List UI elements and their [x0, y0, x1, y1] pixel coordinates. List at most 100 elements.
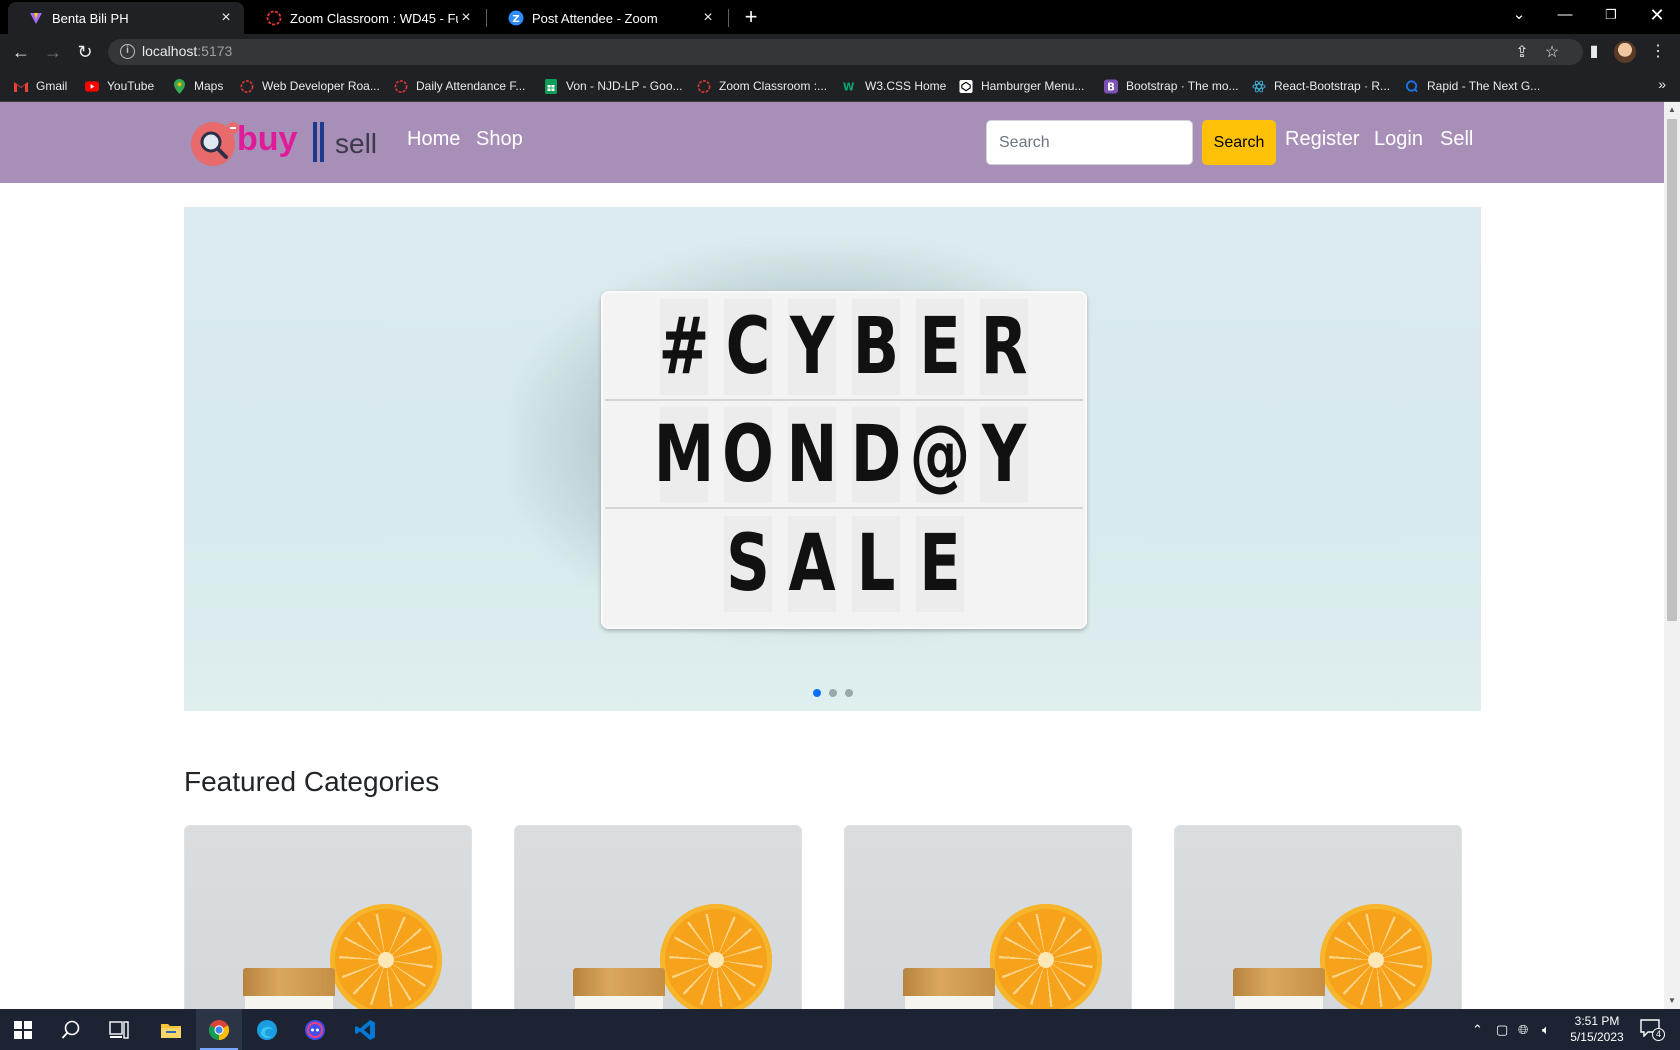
bookmark-label: Zoom Classroom :...	[719, 79, 828, 93]
zuitt-icon	[394, 79, 408, 93]
nav-login-link[interactable]: Login	[1374, 128, 1423, 151]
scroll-up-icon[interactable]: ▲	[1664, 102, 1680, 118]
task-view-icon[interactable]	[96, 1009, 142, 1050]
sign-letter: #	[659, 299, 709, 395]
system-clock[interactable]: 3:51 PM 5/15/2023	[1562, 1013, 1632, 1045]
hero-carousel[interactable]: # C Y B E R M O N D @ Y S A L E	[184, 207, 1481, 711]
scrollbar-thumb[interactable]	[1667, 119, 1677, 621]
volume-icon[interactable]: 🔈︎	[1542, 1009, 1550, 1050]
close-tab-icon[interactable]: ×	[458, 9, 474, 27]
close-window-icon[interactable]: ✕	[1634, 0, 1680, 30]
bookmark-star-icon[interactable]: ☆	[1542, 43, 1562, 63]
jar-image	[903, 968, 995, 1009]
bookmark-web-developer[interactable]: Web Developer Roa...	[240, 76, 380, 96]
site-navbar: buy sell Home Shop Search Register Login…	[0, 102, 1664, 183]
nav-home-link[interactable]: Home	[407, 128, 460, 151]
bookmark-label: Web Developer Roa...	[262, 79, 380, 93]
notification-count: 4	[1652, 1028, 1665, 1041]
carousel-indicator-1[interactable]	[812, 689, 821, 697]
bookmark-bootstrap[interactable]: B Bootstrap · The mo...	[1104, 76, 1239, 96]
file-explorer-icon[interactable]	[148, 1009, 194, 1050]
bookmark-maps[interactable]: Maps	[172, 76, 223, 96]
url-port: :5173	[197, 43, 233, 59]
tab-search-icon[interactable]: ⌄	[1496, 0, 1542, 30]
logo-sell-text: sell	[335, 128, 378, 159]
share-icon[interactable]: ⇪	[1512, 43, 1532, 63]
address-bar[interactable]: i localhost:5173 ⇪ ☆	[108, 39, 1583, 65]
side-panel-icon[interactable]: ▮	[1582, 40, 1606, 64]
site-logo[interactable]: buy sell	[189, 118, 379, 166]
tab-title: Post Attendee - Zoom	[532, 10, 658, 26]
search-input[interactable]	[986, 120, 1193, 165]
new-tab-button[interactable]: +	[738, 4, 764, 30]
tab-benta-bili[interactable]: Benta Bili PH ×	[8, 2, 244, 34]
bookmark-von-sheet[interactable]: Von - NJD-LP - Goo...	[544, 76, 683, 96]
zuitt-icon	[240, 79, 254, 93]
chrome-taskbar-icon[interactable]	[196, 1009, 242, 1050]
bookmark-w3css[interactable]: W W3.CSS Home	[843, 76, 946, 96]
tab-zoom-classroom[interactable]: Zoom Classroom : WD45 - Full St ×	[246, 2, 484, 34]
nav-register-link[interactable]: Register	[1285, 128, 1359, 151]
category-card[interactable]	[1174, 825, 1462, 1009]
site-info-icon[interactable]: i	[120, 44, 135, 59]
minimize-icon[interactable]: —	[1542, 0, 1588, 30]
category-card[interactable]	[184, 825, 472, 1009]
show-hidden-icons-icon[interactable]: ⌃	[1472, 1009, 1483, 1050]
back-icon[interactable]: ←	[9, 40, 33, 64]
restore-icon[interactable]: ❐	[1588, 0, 1634, 30]
windows-start-icon[interactable]	[0, 1009, 46, 1050]
sign-letter: @	[910, 407, 970, 503]
vite-icon	[28, 10, 44, 26]
bookmark-rapid[interactable]: Rapid - The Next G...	[1405, 76, 1540, 96]
bookmark-hamburger-menu[interactable]: Hamburger Menu...	[959, 76, 1084, 96]
bookmark-youtube[interactable]: YouTube	[85, 76, 154, 96]
sign-letter: N	[787, 407, 837, 503]
menu-icon[interactable]: ⋮	[1646, 40, 1670, 64]
category-card[interactable]	[844, 825, 1132, 1009]
scroll-down-icon[interactable]: ▼	[1664, 993, 1680, 1009]
bookmark-label: YouTube	[107, 79, 155, 93]
url-host: localhost	[142, 43, 198, 59]
bookmark-label: Maps	[194, 79, 224, 93]
orange-slice-image	[660, 904, 772, 1009]
bookmark-gmail[interactable]: Gmail	[14, 76, 67, 96]
screen: Benta Bili PH × Zoom Classroom : WD45 - …	[0, 0, 1680, 1050]
hero-lightbox-sign: # C Y B E R M O N D @ Y S A L E	[601, 291, 1087, 629]
carousel-indicators	[184, 689, 1481, 697]
nav-sell-link[interactable]: Sell	[1440, 128, 1473, 151]
profile-avatar[interactable]	[1614, 41, 1636, 63]
sign-letter: E	[915, 516, 965, 612]
sign-letter: S	[723, 516, 773, 612]
orange-slice-image	[990, 904, 1102, 1009]
more-bookmarks-icon[interactable]: »	[1658, 76, 1666, 92]
vscode-icon[interactable]	[342, 1009, 388, 1050]
bookmark-daily-attendance[interactable]: Daily Attendance F...	[394, 76, 525, 96]
meet-now-icon[interactable]: ▢	[1496, 1009, 1508, 1050]
sign-letter: R	[979, 299, 1029, 395]
close-tab-icon[interactable]: ×	[700, 9, 716, 27]
network-icon[interactable]: 🌐︎	[1518, 1009, 1528, 1050]
bookmark-label: Daily Attendance F...	[416, 79, 526, 93]
notification-center-icon[interactable]: 4	[1640, 1017, 1666, 1041]
reload-icon[interactable]: ↻	[73, 40, 97, 64]
bookmark-label: React-Bootstrap · R...	[1274, 79, 1391, 93]
bookmark-react-bootstrap[interactable]: React-Bootstrap · R...	[1252, 76, 1390, 96]
forward-icon[interactable]: →	[41, 40, 65, 64]
bookmark-zoom-classroom[interactable]: Zoom Classroom :...	[697, 76, 827, 96]
browser-tab-strip: Benta Bili PH × Zoom Classroom : WD45 - …	[0, 0, 1680, 34]
nav-shop-link[interactable]: Shop	[476, 128, 523, 151]
carousel-indicator-3[interactable]	[844, 689, 853, 697]
search-icon[interactable]	[48, 1009, 94, 1050]
sign-letter: M	[654, 407, 714, 503]
page-scrollbar[interactable]: ▲ ▼	[1664, 102, 1680, 1009]
discord-icon[interactable]	[292, 1009, 338, 1050]
close-tab-icon[interactable]: ×	[218, 9, 234, 27]
tab-post-attendee[interactable]: Z Post Attendee - Zoom ×	[488, 2, 726, 34]
browser-toolbar: ← → ↻ i localhost:5173 ⇪ ☆ ▮ ⋮	[0, 34, 1680, 70]
search-button[interactable]: Search	[1202, 120, 1276, 165]
carousel-indicator-2[interactable]	[828, 689, 837, 697]
edge-icon[interactable]	[244, 1009, 290, 1050]
bookmark-label: Von - NJD-LP - Goo...	[566, 79, 683, 93]
category-card[interactable]	[514, 825, 802, 1009]
codepen-icon	[959, 79, 973, 93]
